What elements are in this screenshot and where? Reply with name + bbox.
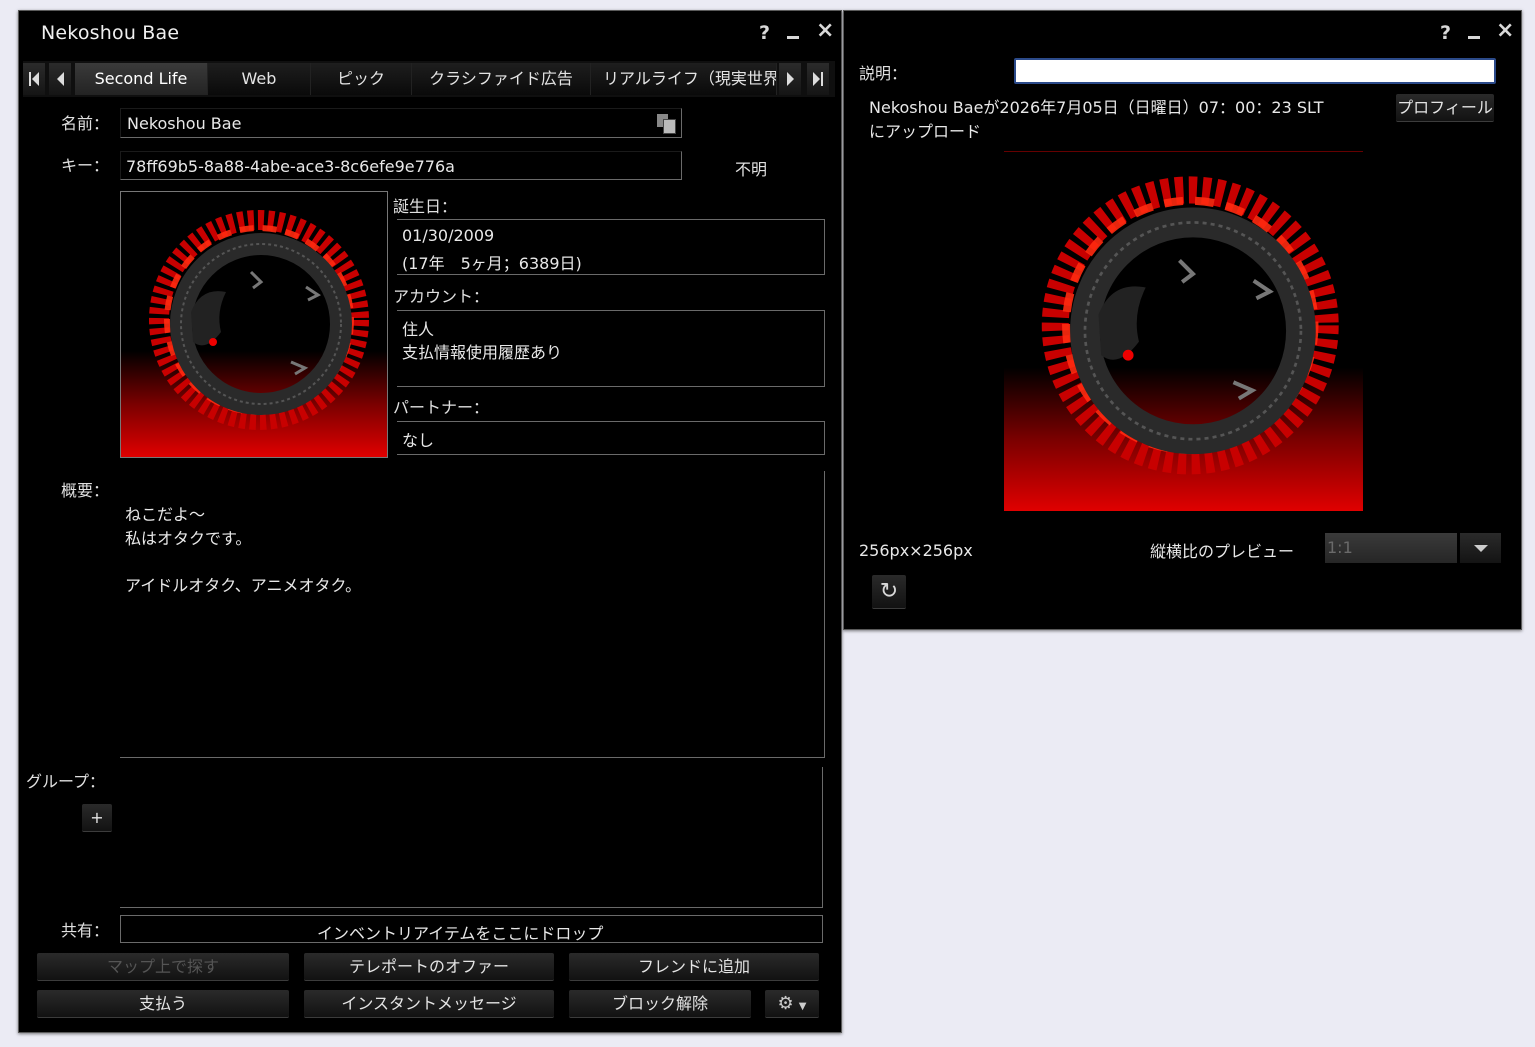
copy-icon[interactable]: [657, 114, 677, 134]
tab-real-life[interactable]: リアルライフ（現実世界）: [591, 63, 777, 95]
key-value: 78ff69b5-8a88-4abe-ace3-8c6efe9e776a: [126, 157, 455, 176]
profile-button[interactable]: プロフィール: [1396, 94, 1494, 122]
offer-teleport-button[interactable]: テレポートのオファー: [304, 953, 554, 981]
minimize-icon: [787, 36, 799, 39]
description-input[interactable]: [1014, 58, 1496, 84]
share-drop-target[interactable]: インベントリアイテムをここにドロップ: [120, 915, 823, 943]
upload-info: Nekoshou Baeが2026年7月05日（日曜日）07：00：23 SLT: [869, 98, 1324, 117]
groups-list[interactable]: [120, 767, 823, 908]
add-friend-button[interactable]: フレンドに追加: [569, 953, 819, 981]
about-line: ねこだよ～: [125, 505, 206, 524]
aspect-ratio-value: 1:1: [1325, 533, 1457, 563]
upload-info-continued: にアップロード: [869, 122, 982, 141]
pay-button[interactable]: 支払う: [37, 990, 289, 1018]
about-label: 概要：: [61, 481, 110, 500]
dropdown-arrow-icon: ▼: [798, 1001, 807, 1012]
refresh-button[interactable]: ↻: [872, 575, 906, 609]
help-button[interactable]: ?: [1440, 23, 1451, 43]
refresh-icon: ↻: [879, 579, 899, 604]
share-label: 共有：: [61, 921, 110, 940]
prev-tab-icon: [57, 72, 64, 86]
dragon-image: [1004, 152, 1363, 511]
minimize-button[interactable]: [1468, 23, 1480, 43]
birthday-date: 01/30/2009: [402, 226, 495, 245]
tab-classifieds[interactable]: クラシファイド広告: [412, 63, 591, 95]
window-title: Nekoshou Bae: [41, 22, 180, 44]
prev-tab-button[interactable]: [49, 63, 71, 95]
help-button[interactable]: ?: [759, 23, 770, 43]
add-group-button[interactable]: +: [82, 804, 112, 832]
share-drop-text: インベントリアイテムをここにドロップ: [317, 924, 604, 943]
tab-second-life[interactable]: Second Life: [75, 63, 208, 95]
gear-icon: ⚙: [777, 993, 794, 1014]
dropdown-arrow-icon[interactable]: [1460, 533, 1501, 563]
gear-menu-button[interactable]: ⚙ ▼: [765, 990, 819, 1018]
about-line: 私はオタクです。: [125, 529, 252, 548]
account-box: 住人 支払情報使用履歴あり: [397, 310, 825, 387]
instant-message-button[interactable]: インスタントメッセージ: [304, 990, 554, 1018]
partner-label: パートナー：: [393, 398, 490, 417]
close-button[interactable]: ×: [816, 20, 834, 42]
texture-preview-image: [1004, 151, 1363, 511]
next-tab-icon: [787, 72, 794, 86]
account-label: アカウント：: [393, 287, 490, 306]
birthday-box: 01/30/2009 (17年 5ヶ月；6389日): [397, 219, 825, 275]
tab-bar: Second Life Web ピック クラシファイド広告 リアルライフ（現実世…: [23, 61, 835, 97]
profile-picture[interactable]: [120, 191, 388, 458]
birthday-age: (17年 5ヶ月；6389日): [402, 254, 582, 273]
minimize-icon: [1468, 36, 1480, 39]
next-tab-button[interactable]: [779, 63, 801, 95]
minimize-button[interactable]: [787, 23, 799, 43]
name-field[interactable]: Nekoshou Bae: [120, 108, 682, 138]
key-field[interactable]: 78ff69b5-8a88-4abe-ace3-8c6efe9e776a: [120, 151, 682, 180]
tab-picks[interactable]: ピック: [311, 63, 412, 95]
payment-info: 支払情報使用履歴あり: [402, 343, 563, 362]
aspect-ratio-label: 縦横比のプレビュー: [1150, 542, 1295, 561]
tab-web[interactable]: Web: [208, 63, 311, 95]
aspect-ratio-select[interactable]: 1:1: [1325, 533, 1501, 563]
image-dimensions: 256px×256px: [859, 541, 973, 560]
about-textbox[interactable]: ねこだよ～ 私はオタクです。 アイドルオタク、アニメオタク。: [120, 471, 825, 758]
online-status: 不明: [735, 160, 768, 179]
account-type: 住人: [402, 320, 435, 339]
texture-preview-window: ? × 説明： Nekoshou Baeが2026年7月05日（日曜日）07：0…: [843, 10, 1522, 630]
first-tab-button[interactable]: [23, 63, 45, 95]
unblock-button[interactable]: ブロック解除: [569, 990, 751, 1018]
partner-value: なし: [402, 431, 435, 450]
name-value: Nekoshou Bae: [127, 114, 242, 133]
groups-label: グループ：: [26, 772, 106, 791]
partner-box: なし: [397, 421, 825, 455]
last-tab-button[interactable]: [807, 63, 829, 95]
find-on-map-button[interactable]: マップ上で探す: [37, 953, 289, 981]
birthday-label: 誕生日：: [393, 197, 458, 216]
description-label: 説明：: [859, 64, 908, 83]
close-button[interactable]: ×: [1496, 20, 1514, 42]
key-label: キー：: [61, 156, 110, 175]
dragon-image: [121, 192, 387, 457]
profile-window: Nekoshou Bae ? × Second Life Web ピック クラシ…: [18, 10, 842, 1033]
name-label: 名前：: [61, 114, 110, 133]
about-line: アイドルオタク、アニメオタク。: [125, 576, 362, 595]
